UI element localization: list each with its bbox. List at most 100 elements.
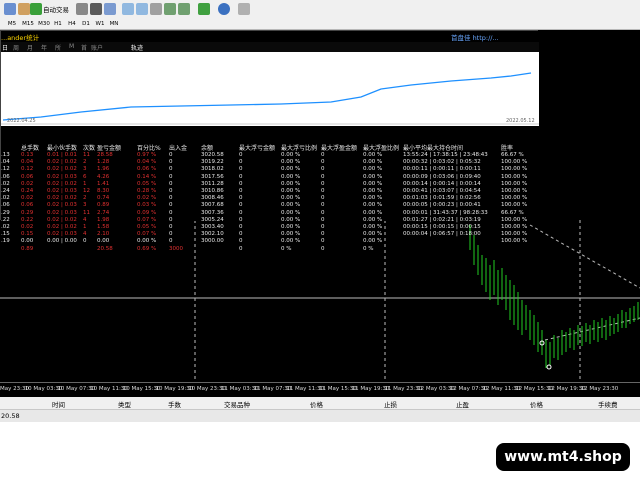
tab-day[interactable]: 日 bbox=[2, 43, 8, 52]
tab-month[interactable]: 月 bbox=[27, 43, 33, 52]
equity-curve: 2022.04.25 2022.05.12 bbox=[1, 52, 539, 126]
stats-col-header[interactable]: 最小平均最大持仓时间 bbox=[403, 143, 463, 152]
stats-cell: 0.01 | 0.01 bbox=[47, 152, 77, 158]
stats-cell: 0.00 % bbox=[281, 195, 301, 202]
stats-cell: 0 bbox=[169, 238, 173, 245]
stats-cell: 66.67 % bbox=[501, 209, 524, 216]
stats-cell: 0 bbox=[239, 202, 243, 209]
tab-m[interactable]: M bbox=[69, 43, 74, 50]
stats-cell: 12 bbox=[83, 188, 90, 194]
time-axis: May 23:30 10 May 03:30 10 May 07:30 10 May … bbox=[0, 382, 640, 397]
stats-cell: 0.02 bbox=[21, 224, 34, 230]
tile-windows-icon[interactable] bbox=[150, 3, 162, 15]
stats-cell: 8.30 bbox=[97, 188, 110, 194]
terminal-col-header[interactable]: 手续费 bbox=[598, 399, 618, 409]
terminal-col-header[interactable]: 类型 bbox=[118, 399, 131, 409]
terminal-col-header[interactable]: 手数 bbox=[168, 399, 181, 409]
stats-cell: 100.00 % bbox=[501, 188, 528, 194]
stats-cell: 00:00:14 | 0:00:14 | 0:00:14 bbox=[403, 180, 481, 187]
stats-col-header[interactable]: 最大浮盈金额 bbox=[321, 143, 357, 152]
stats-cell: 0 bbox=[239, 216, 243, 223]
stats-col-header[interactable]: 最小伙手数 bbox=[47, 143, 77, 152]
stats-col-header[interactable]: 出入金 bbox=[169, 143, 187, 152]
stats-col-header[interactable]: 胜率 bbox=[501, 143, 513, 152]
tab-first[interactable]: 首 bbox=[81, 43, 87, 52]
stats-cell: 0 bbox=[321, 209, 325, 216]
tab-all[interactable]: 所 bbox=[55, 43, 61, 52]
stats-col-header[interactable]: 次数 bbox=[83, 143, 95, 152]
stats-cell: 0.00 % bbox=[281, 209, 301, 216]
stats-cell: 00:00:41 | 0:03:07 | 0:04:54 bbox=[403, 188, 481, 194]
stats-cell: 100.00 % bbox=[501, 231, 528, 238]
stats-cell: 0.00 % bbox=[363, 180, 383, 187]
terminal-col-header[interactable]: 交易品种 bbox=[224, 399, 250, 409]
stats-cell: 0.02 | 0.03 bbox=[47, 231, 77, 238]
stats-cell: 1.41 bbox=[97, 180, 110, 187]
timeframe-m15[interactable]: M15 bbox=[20, 18, 36, 30]
stats-cell: 3019.22 bbox=[201, 159, 224, 166]
terminal-col-header[interactable]: 止损 bbox=[384, 399, 397, 409]
terminal-col-header[interactable]: 价格 bbox=[310, 399, 323, 409]
autotrade-button[interactable]: 自动交易 bbox=[43, 4, 69, 14]
stats-cell: 3003.40 bbox=[201, 224, 224, 230]
balance-row[interactable]: 20.58 bbox=[0, 410, 640, 422]
stats-cell: 0 bbox=[239, 231, 243, 238]
zoom-in-icon[interactable] bbox=[122, 3, 134, 15]
stats-cell: 1.96 bbox=[97, 166, 110, 173]
panel-link[interactable]: 首盘佳 http://... bbox=[451, 32, 499, 42]
stats-col-header[interactable]: 总手数 bbox=[21, 143, 39, 152]
indicators-icon[interactable] bbox=[198, 3, 210, 15]
stats-col-header[interactable]: 最大浮亏比例 bbox=[281, 143, 317, 152]
stats-cell: .04 bbox=[1, 159, 10, 166]
stats-cell: 1.58 bbox=[97, 224, 110, 230]
track-button[interactable]: 轨迹 bbox=[131, 43, 143, 52]
stats-cell: 0.02 | 0.02 bbox=[47, 216, 77, 223]
stats-cell: 0 bbox=[321, 159, 325, 166]
terminal-col-header[interactable]: 时间 bbox=[52, 399, 65, 409]
tab-week[interactable]: 周 bbox=[13, 43, 19, 52]
timeframe-m5[interactable]: M5 bbox=[4, 18, 20, 30]
stats-cell: 0.07 % bbox=[137, 216, 157, 223]
line-chart-icon[interactable] bbox=[104, 3, 116, 15]
templates-icon[interactable] bbox=[238, 3, 250, 15]
bar-chart-icon[interactable] bbox=[76, 3, 88, 15]
tab-account[interactable]: 账户 bbox=[91, 43, 103, 52]
stats-cell: 0.05 % bbox=[137, 180, 157, 187]
stats-cell: .13 bbox=[1, 152, 10, 158]
stats-cell: 0 bbox=[239, 173, 243, 180]
stats-cell: 0.06 bbox=[21, 202, 34, 209]
stats-cell: 0.00 % bbox=[137, 238, 157, 245]
stats-cell: 0.02 | 0.02 bbox=[47, 159, 77, 166]
timeframe-mn[interactable]: MN bbox=[106, 18, 122, 30]
stats-cell: 3007.36 bbox=[201, 209, 224, 216]
terminal-col-header[interactable]: 止盈 bbox=[456, 399, 469, 409]
tab-year[interactable]: 年 bbox=[41, 43, 47, 52]
stats-cell: 100.00 % bbox=[501, 216, 528, 223]
stats-cell: 3000.00 bbox=[201, 238, 224, 245]
stats-cell: 11 bbox=[83, 152, 90, 158]
cursor-icon[interactable] bbox=[18, 3, 30, 15]
candlestick-icon[interactable] bbox=[90, 3, 102, 15]
stats-col-header[interactable]: 余额 bbox=[201, 143, 213, 152]
terminal-col-header[interactable]: 价格 bbox=[530, 399, 543, 409]
stats-cell: 0 bbox=[239, 195, 243, 202]
stats-cell: 100.00 % bbox=[501, 195, 528, 202]
periods-icon[interactable] bbox=[218, 3, 230, 15]
fractal-marker bbox=[546, 364, 552, 370]
autotrade-icon[interactable] bbox=[30, 3, 42, 15]
stats-cell: 0.69 % bbox=[137, 245, 157, 252]
stats-col-header[interactable]: 最大浮亏金额 bbox=[239, 143, 275, 152]
autoscroll-icon[interactable] bbox=[164, 3, 176, 15]
stats-cell: 0.13 bbox=[21, 152, 34, 158]
stats-col-header[interactable]: 盈亏金额 bbox=[97, 143, 121, 152]
stats-cell: 0 bbox=[321, 188, 325, 194]
stats-cell: 1.98 bbox=[97, 216, 110, 223]
stats-col-header[interactable]: 最大浮盈比例 bbox=[363, 143, 399, 152]
chart-shift-icon[interactable] bbox=[178, 3, 190, 15]
new-order-icon[interactable] bbox=[4, 3, 16, 15]
stats-cell: 0.00 % bbox=[363, 159, 383, 166]
zoom-out-icon[interactable] bbox=[136, 3, 148, 15]
stats-col-header[interactable]: 百分比% bbox=[137, 143, 161, 152]
stats-cell: 0 bbox=[169, 202, 173, 209]
stats-cell: 0.00 bbox=[97, 238, 110, 245]
